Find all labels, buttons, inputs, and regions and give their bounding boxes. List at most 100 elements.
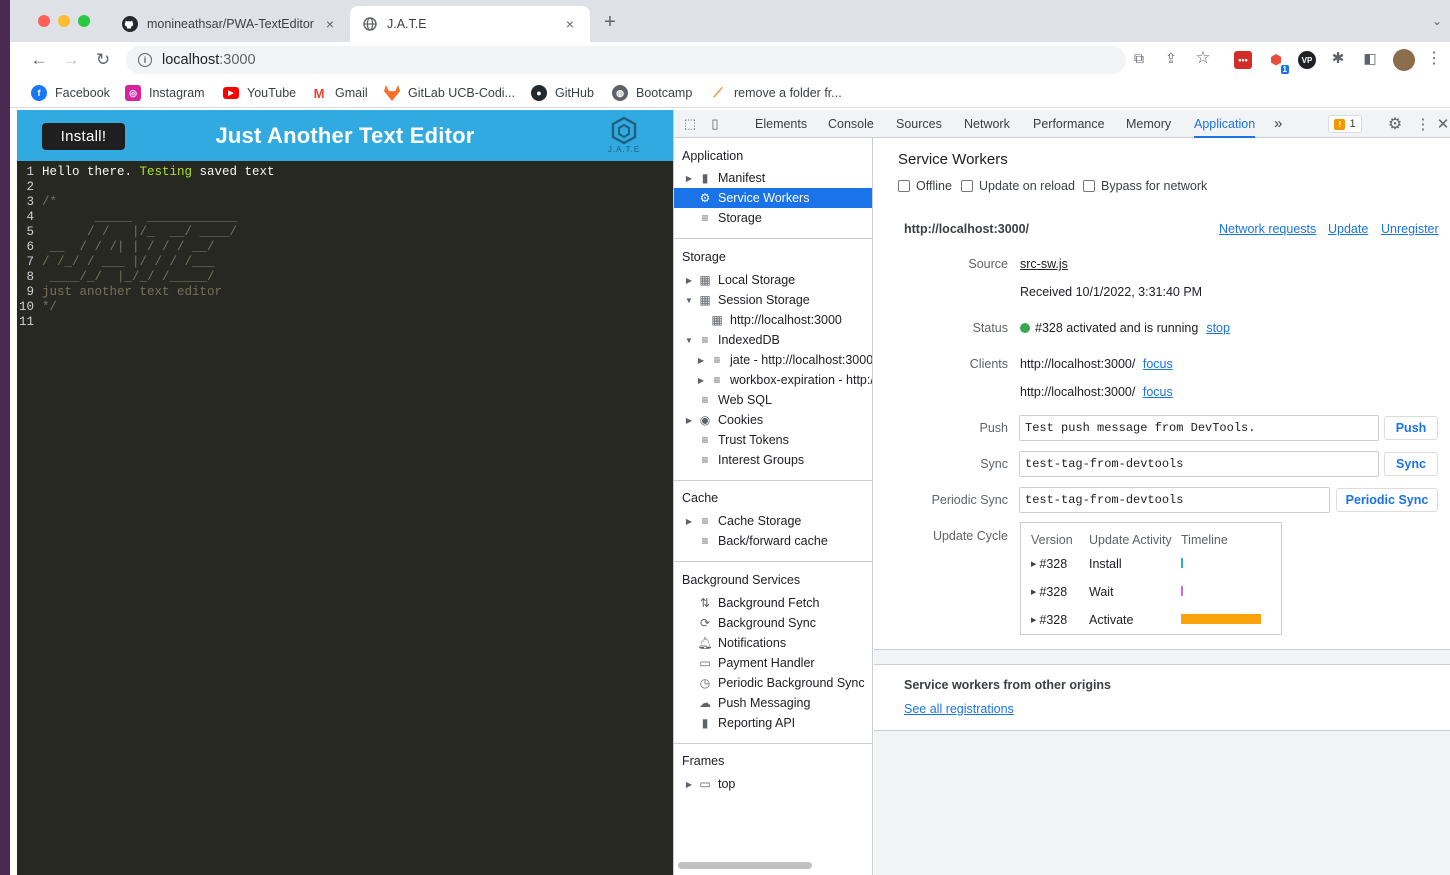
bypass-for-network-checkbox[interactable]: Bypass for network (1083, 179, 1207, 193)
browser-menu-icon[interactable]: ⋮ (1424, 48, 1444, 68)
code-line[interactable]: 6 __ / / /| | / / / __/ (17, 240, 673, 255)
sidebar-item-payment-handler[interactable]: ▭ Payment Handler (698, 653, 814, 673)
expand-arrow-icon[interactable]: ▶ (684, 416, 694, 425)
bookmark-youtube[interactable]: ▶ YouTube (223, 83, 296, 103)
code-line[interactable]: 9 just another text editor (17, 285, 673, 300)
tab-memory[interactable]: Memory (1126, 110, 1171, 138)
sidebar-item-manifest[interactable]: ▶ ▮ Manifest (684, 168, 765, 188)
expand-arrow-icon[interactable]: ▶ (1031, 616, 1036, 624)
bookmark-instagram[interactable]: ◎ Instagram (125, 83, 205, 103)
bookmark-gmail[interactable]: M Gmail (311, 83, 368, 103)
periodic-sync-input[interactable]: test-tag-from-devtools (1019, 487, 1330, 513)
tab-console[interactable]: Console (828, 110, 874, 138)
new-tab-button[interactable]: + (598, 12, 622, 32)
sidebar-item-workbox-db[interactable]: ▶ ≡ workbox-expiration - http:/ (696, 370, 872, 390)
table-row[interactable]: ▶ #328 Wait (1021, 579, 1283, 607)
lastpass-extension-icon[interactable]: ••• (1234, 51, 1252, 69)
tab-network[interactable]: Network (964, 110, 1010, 138)
open-in-app-icon[interactable]: ⧉ (1129, 48, 1149, 68)
tab-close-icon[interactable]: × (562, 16, 578, 32)
code-line[interactable]: 4 _____ ____________ (17, 210, 673, 225)
sync-input[interactable]: test-tag-from-devtools (1019, 451, 1379, 477)
expand-arrow-icon[interactable]: ▶ (696, 376, 706, 385)
sidebar-item-notifications[interactable]: 🔔︎ Notifications (697, 633, 786, 653)
tab-close-icon[interactable]: × (322, 16, 338, 32)
code-line[interactable]: 7 / /_/ / ___ |/ / / /___ (17, 255, 673, 270)
sidebar-item-cookies[interactable]: ▶ ◉ Cookies (684, 410, 763, 430)
sidebar-item-bfcache[interactable]: ≡ Back/forward cache (698, 531, 827, 551)
table-row[interactable]: ▶ #328 Install (1021, 551, 1283, 579)
code-line[interactable]: 1 Hello there. Testing saved text (17, 165, 673, 180)
close-devtools-icon[interactable]: ✕ (1435, 116, 1450, 133)
browser-tab-github[interactable]: monineathsar/PWA-TextEditor × (110, 6, 350, 42)
push-input[interactable]: Test push message from DevTools. (1019, 415, 1379, 441)
network-requests-link[interactable]: Network requests (1219, 222, 1316, 236)
sidebar-scrollbar[interactable] (678, 862, 812, 869)
update-on-reload-checkbox[interactable]: Update on reload (961, 179, 1075, 193)
tab-sources[interactable]: Sources (896, 110, 942, 138)
tab-application[interactable]: Application (1194, 110, 1256, 138)
sidebar-item-local-storage[interactable]: ▶ ▦ Local Storage (684, 270, 795, 290)
more-tabs-icon[interactable]: » (1274, 110, 1282, 138)
site-info-icon[interactable]: i (138, 53, 152, 67)
expand-arrow-icon[interactable]: ▶ (1031, 588, 1036, 596)
expand-arrow-icon[interactable]: ▶ (684, 276, 694, 285)
tab-elements[interactable]: Elements (755, 110, 807, 138)
close-window-button[interactable] (38, 15, 50, 27)
sidebar-item-reporting-api[interactable]: ▮ Reporting API (698, 713, 795, 733)
unregister-link[interactable]: Unregister (1381, 222, 1439, 236)
sidebar-item-storage[interactable]: ≡ Storage (698, 208, 761, 228)
checkbox-box[interactable] (898, 180, 910, 192)
vpn-extension-icon[interactable]: VP (1298, 51, 1316, 69)
extension-badge-icon[interactable]: ⬢ 1 (1267, 51, 1289, 74)
minimize-window-button[interactable] (58, 15, 70, 27)
sidebar-item-cache-storage[interactable]: ▶ ≡ Cache Storage (684, 511, 801, 531)
sidebar-item-session-storage[interactable]: ▼ ▦ Session Storage (684, 290, 810, 310)
push-button[interactable]: Push (1384, 416, 1438, 440)
devtools-menu-icon[interactable]: ⋮ (1415, 116, 1431, 133)
sidebar-item-indexeddb[interactable]: ▼ ≡ IndexedDB (684, 330, 780, 350)
code-line[interactable]: 3 /* (17, 195, 673, 210)
focus-link[interactable]: focus (1143, 357, 1173, 371)
sidebar-item-web-sql[interactable]: ≡ Web SQL (698, 390, 771, 410)
bookmark-facebook[interactable]: f Facebook (31, 83, 110, 103)
issues-badge[interactable]: ! 1 (1328, 115, 1362, 133)
profile-avatar[interactable] (1393, 49, 1415, 71)
sidebar-item-jate-db[interactable]: ▶ ≡ jate - http://localhost:3000 (696, 350, 872, 370)
expand-arrow-icon[interactable]: ▶ (684, 174, 694, 183)
code-line[interactable]: 11 (17, 315, 673, 330)
sync-button[interactable]: Sync (1384, 452, 1438, 476)
expand-arrow-icon[interactable]: ▶ (1031, 560, 1036, 568)
inspect-element-icon[interactable]: ⬚ (682, 116, 698, 132)
sidebar-item-background-sync[interactable]: ⟳ Background Sync (698, 613, 816, 633)
sidebar-item-periodic-background-sync[interactable]: ◷ Periodic Background Sync (698, 673, 865, 693)
collapse-arrow-icon[interactable]: ▼ (684, 336, 694, 345)
periodic-sync-button[interactable]: Periodic Sync (1336, 488, 1438, 512)
extensions-puzzle-icon[interactable]: ✱ (1328, 48, 1348, 68)
stop-link[interactable]: stop (1206, 321, 1230, 335)
code-editor[interactable]: 1 Hello there. Testing saved text 2 3/* 4 __… (17, 165, 673, 330)
sidebar-item-top-frame[interactable]: ▶ ▭ top (684, 774, 735, 794)
see-all-registrations-link[interactable]: See all registrations (904, 702, 1014, 716)
sidebar-item-push-messaging[interactable]: ☁ Push Messaging (698, 693, 810, 713)
bookmark-star-icon[interactable]: ☆ (1193, 48, 1213, 68)
tab-performance[interactable]: Performance (1033, 110, 1105, 138)
source-file-link[interactable]: src-sw.js (1020, 257, 1068, 271)
device-toolbar-icon[interactable]: ▯ (707, 116, 723, 132)
code-line[interactable]: 8 ____/_/ |_/_/ /_____/ (17, 270, 673, 285)
expand-arrow-icon[interactable]: ▶ (684, 517, 694, 526)
code-line[interactable]: 5 / / |/_ __/ ____/ (17, 225, 673, 240)
reload-icon[interactable]: ↻ (92, 49, 114, 71)
code-line[interactable]: 10 */ (17, 300, 673, 315)
expand-arrow-icon[interactable]: ▶ (684, 780, 694, 789)
back-arrow-icon[interactable]: ← (28, 49, 50, 71)
sidebar-item-session-localhost[interactable]: ▦ http://localhost:3000 (710, 310, 842, 330)
bookmark-github[interactable]: ● GitHub (531, 83, 594, 103)
table-row[interactable]: ▶ #328 Activate (1021, 607, 1283, 635)
address-bar[interactable]: i localhost:3000 (126, 46, 1126, 74)
bookmark-gitlab[interactable]: GitLab UCB-Codi... (384, 83, 515, 103)
sidebar-item-background-fetch[interactable]: ⇅ Background Fetch (698, 593, 819, 613)
collapse-arrow-icon[interactable]: ▼ (684, 296, 694, 305)
focus-link[interactable]: focus (1143, 385, 1173, 399)
bookmark-stackoverflow[interactable]: ⟋ remove a folder fr... (710, 83, 842, 103)
